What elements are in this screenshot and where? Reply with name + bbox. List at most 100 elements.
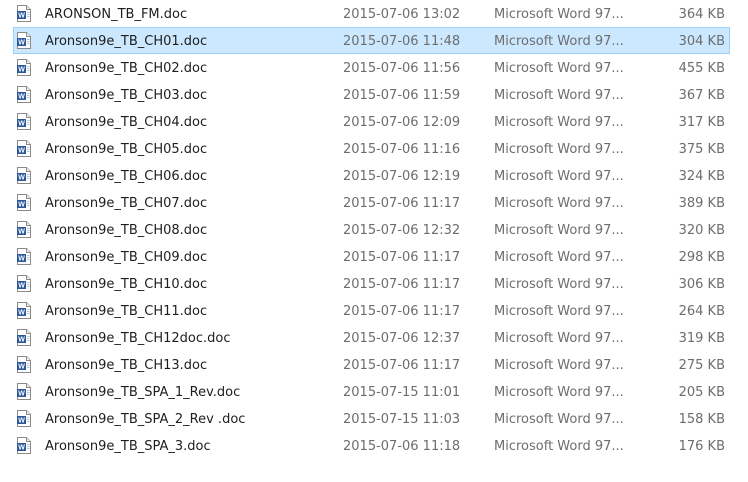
- word-document-icon: W: [17, 356, 31, 373]
- file-name: Aronson9e_TB_CH08.doc: [45, 223, 208, 238]
- file-row[interactable]: W Aronson9e_TB_CH02.doc 2015-07-06 11:56 Mi…: [13, 54, 730, 81]
- file-size: 317 KB: [678, 115, 725, 130]
- file-list: W ARONSON_TB_FM.doc 2015-07-06 13:02 Micros…: [0, 0, 748, 459]
- file-date-modified: 2015-07-06 11:56: [343, 61, 461, 76]
- file-type: Microsoft Word 97...: [494, 412, 624, 427]
- file-size: 176 KB: [678, 439, 725, 454]
- file-row[interactable]: W Aronson9e_TB_SPA_2_Rev .doc 2015-07-15 1…: [13, 405, 730, 432]
- file-name: Aronson9e_TB_CH10.doc: [45, 277, 208, 292]
- svg-text:W: W: [18, 202, 25, 209]
- file-name: Aronson9e_TB_CH12doc.doc: [45, 331, 231, 346]
- file-size: 264 KB: [678, 304, 725, 319]
- file-size: 320 KB: [678, 223, 725, 238]
- file-row[interactable]: W Aronson9e_TB_CH10.doc 2015-07-06 11:17 Mi…: [13, 270, 730, 297]
- file-type: Microsoft Word 97...: [494, 61, 624, 76]
- file-name: Aronson9e_TB_CH04.doc: [45, 115, 208, 130]
- file-name: Aronson9e_TB_CH07.doc: [45, 196, 208, 211]
- file-date-modified: 2015-07-06 11:17: [343, 304, 461, 319]
- file-date-modified: 2015-07-15 11:03: [343, 412, 461, 427]
- file-type: Microsoft Word 97...: [494, 88, 624, 103]
- file-size: 375 KB: [678, 142, 725, 157]
- file-date-modified: 2015-07-06 11:16: [343, 142, 461, 157]
- file-date-modified: 2015-07-06 11:48: [343, 34, 461, 49]
- file-type: Microsoft Word 97...: [494, 358, 624, 373]
- word-document-icon: W: [17, 140, 31, 157]
- file-type: Microsoft Word 97...: [494, 142, 624, 157]
- file-row[interactable]: W Aronson9e_TB_SPA_3.doc 2015-07-06 11:18 M…: [13, 432, 730, 459]
- file-row[interactable]: W Aronson9e_TB_CH12doc.doc 2015-07-06 12:3…: [13, 324, 730, 351]
- file-type: Microsoft Word 97...: [494, 277, 624, 292]
- word-document-icon: W: [17, 194, 31, 211]
- file-type: Microsoft Word 97...: [494, 34, 624, 49]
- file-row[interactable]: W Aronson9e_TB_CH09.doc 2015-07-06 11:17 Mi…: [13, 243, 730, 270]
- svg-text:W: W: [18, 418, 25, 425]
- file-size: 367 KB: [678, 88, 725, 103]
- file-row[interactable]: W Aronson9e_TB_CH07.doc 2015-07-06 11:17 Mi…: [13, 189, 730, 216]
- file-size: 364 KB: [678, 7, 725, 22]
- file-name: Aronson9e_TB_SPA_1_Rev.doc: [45, 385, 241, 400]
- file-size: 389 KB: [678, 196, 725, 211]
- file-name: Aronson9e_TB_CH06.doc: [45, 169, 208, 184]
- file-date-modified: 2015-07-06 11:18: [343, 439, 461, 454]
- svg-text:W: W: [18, 283, 25, 290]
- file-name: Aronson9e_TB_CH05.doc: [45, 142, 208, 157]
- file-name: ARONSON_TB_FM.doc: [45, 7, 188, 22]
- file-size: 205 KB: [678, 385, 725, 400]
- svg-text:W: W: [18, 67, 25, 74]
- file-row[interactable]: W Aronson9e_TB_CH13.doc 2015-07-06 11:17 Mi…: [13, 351, 730, 378]
- file-type: Microsoft Word 97...: [494, 385, 624, 400]
- word-document-icon: W: [17, 32, 31, 49]
- file-type: Microsoft Word 97...: [494, 169, 624, 184]
- file-size: 158 KB: [678, 412, 725, 427]
- word-document-icon: W: [17, 5, 31, 22]
- file-type: Microsoft Word 97...: [494, 250, 624, 265]
- file-type: Microsoft Word 97...: [494, 439, 624, 454]
- file-type: Microsoft Word 97...: [494, 223, 624, 238]
- svg-text:W: W: [18, 229, 25, 236]
- file-name: Aronson9e_TB_CH02.doc: [45, 61, 208, 76]
- file-type: Microsoft Word 97...: [494, 331, 624, 346]
- svg-text:W: W: [18, 256, 25, 263]
- file-row[interactable]: W Aronson9e_TB_CH06.doc 2015-07-06 12:19 Mi…: [13, 162, 730, 189]
- word-document-icon: W: [17, 383, 31, 400]
- word-document-icon: W: [17, 437, 31, 454]
- file-date-modified: 2015-07-06 13:02: [343, 7, 461, 22]
- file-name: Aronson9e_TB_CH03.doc: [45, 88, 208, 103]
- word-document-icon: W: [17, 410, 31, 427]
- word-document-icon: W: [17, 248, 31, 265]
- word-document-icon: W: [17, 167, 31, 184]
- svg-text:W: W: [18, 337, 25, 344]
- file-name: Aronson9e_TB_CH11.doc: [45, 304, 208, 319]
- file-type: Microsoft Word 97...: [494, 115, 624, 130]
- file-date-modified: 2015-07-06 11:17: [343, 358, 461, 373]
- svg-text:W: W: [18, 40, 25, 47]
- file-name: Aronson9e_TB_SPA_2_Rev .doc: [45, 412, 246, 427]
- file-row[interactable]: W Aronson9e_TB_SPA_1_Rev.doc 2015-07-15 11…: [13, 378, 730, 405]
- file-type: Microsoft Word 97...: [494, 7, 624, 22]
- word-document-icon: W: [17, 302, 31, 319]
- file-date-modified: 2015-07-06 11:17: [343, 196, 461, 211]
- file-type: Microsoft Word 97...: [494, 304, 624, 319]
- file-row[interactable]: W Aronson9e_TB_CH08.doc 2015-07-06 12:32 Mi…: [13, 216, 730, 243]
- file-row[interactable]: W ARONSON_TB_FM.doc 2015-07-06 13:02 Micros…: [13, 0, 730, 27]
- file-row[interactable]: W Aronson9e_TB_CH04.doc 2015-07-06 12:09 Mi…: [13, 108, 730, 135]
- file-size: 324 KB: [678, 169, 725, 184]
- file-size: 319 KB: [678, 331, 725, 346]
- file-row[interactable]: W Aronson9e_TB_CH05.doc 2015-07-06 11:16 Mi…: [13, 135, 730, 162]
- file-date-modified: 2015-07-06 11:17: [343, 250, 461, 265]
- file-row[interactable]: W Aronson9e_TB_CH03.doc 2015-07-06 11:59 Mi…: [13, 81, 730, 108]
- file-row[interactable]: W Aronson9e_TB_CH11.doc 2015-07-06 11:17 Mi…: [13, 297, 730, 324]
- word-document-icon: W: [17, 59, 31, 76]
- word-document-icon: W: [17, 329, 31, 346]
- file-name: Aronson9e_TB_CH13.doc: [45, 358, 208, 373]
- file-size: 298 KB: [678, 250, 725, 265]
- word-document-icon: W: [17, 221, 31, 238]
- file-date-modified: 2015-07-06 11:17: [343, 277, 461, 292]
- file-size: 455 KB: [678, 61, 725, 76]
- svg-text:W: W: [18, 121, 25, 128]
- file-row[interactable]: W Aronson9e_TB_CH01.doc 2015-07-06 11:48 Mi…: [13, 27, 730, 54]
- svg-text:W: W: [18, 310, 25, 317]
- file-name: Aronson9e_TB_CH01.doc: [45, 34, 208, 49]
- file-name: Aronson9e_TB_CH09.doc: [45, 250, 208, 265]
- svg-text:W: W: [18, 391, 25, 398]
